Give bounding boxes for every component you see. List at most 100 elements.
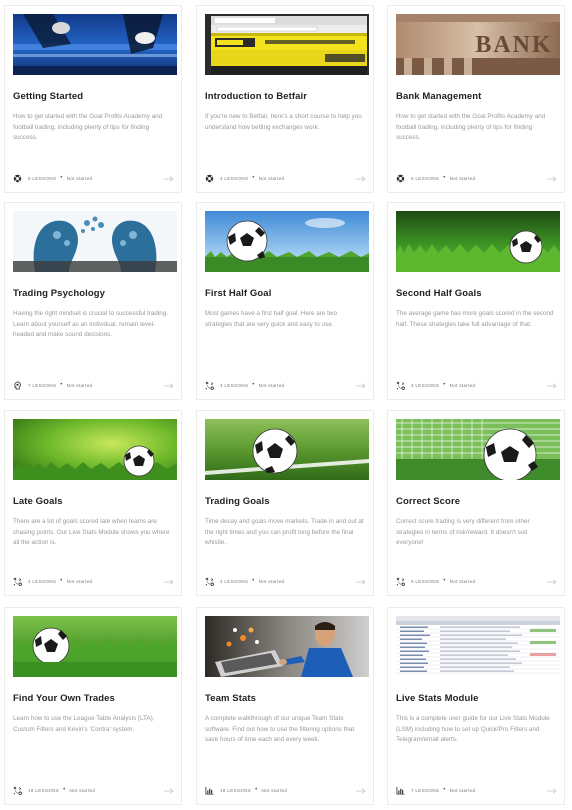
course-card[interactable]: Trading Psychology Having the right mind… — [4, 202, 182, 400]
course-card[interactable]: Introduction to Betfair If you're new to… — [196, 5, 374, 193]
course-description: How to get started with the Goal Profits… — [396, 113, 546, 142]
course-meta: 7 LESSONS • Not started — [396, 785, 475, 795]
course-thumbnail[interactable] — [13, 211, 177, 272]
course-description: There are a lot of goals scored late whe… — [13, 518, 170, 547]
course-card[interactable]: Team Stats A complete walkthrough of our… — [196, 607, 374, 805]
soccer-ball-icon — [205, 174, 214, 183]
course-meta: 4 LESSONS • Not started — [13, 576, 92, 586]
lesson-count: 7 LESSONS — [411, 787, 440, 793]
tactics-icon — [396, 381, 405, 390]
course-title[interactable]: Live Stats Module — [396, 693, 560, 704]
course-title[interactable]: Find Your Own Trades — [13, 693, 177, 704]
lesson-count: 18 LESSONS — [220, 787, 252, 793]
course-title[interactable]: Team Stats — [205, 693, 369, 704]
arrow-right-icon[interactable] — [356, 176, 366, 182]
arrow-right-icon[interactable] — [164, 579, 174, 585]
course-title[interactable]: Getting Started — [13, 91, 177, 102]
course-description: Correct score trading is very different … — [396, 518, 530, 547]
course-meta: 16 LESSONS • Not started — [13, 785, 95, 795]
course-card[interactable]: Correct Score Correct score trading is v… — [387, 410, 565, 596]
course-meta: 4 LESSONS • Not started — [205, 173, 284, 183]
course-title[interactable]: First Half Goal — [205, 288, 369, 299]
course-title[interactable]: Correct Score — [396, 496, 560, 507]
course-title[interactable]: Second Half Goals — [396, 288, 560, 299]
course-description: Most games have a first half goal. Here … — [205, 310, 337, 328]
arrow-right-icon[interactable] — [356, 788, 366, 794]
course-title[interactable]: Trading Goals — [205, 496, 369, 507]
course-meta: 5 LESSONS • Not started — [396, 576, 475, 586]
status-text: Not started — [449, 175, 476, 181]
status-text: Not started — [258, 578, 285, 584]
bar-chart-icon — [396, 786, 405, 795]
arrow-right-icon[interactable] — [164, 383, 174, 389]
lesson-count: 16 LESSONS — [28, 787, 60, 793]
status-text: Not started — [449, 382, 476, 388]
course-description: A complete walkthrough of our unique Tea… — [205, 715, 355, 744]
arrow-right-icon[interactable] — [547, 176, 557, 182]
course-meta: 4 LESSONS • Not started — [205, 380, 284, 390]
arrow-right-icon[interactable] — [164, 176, 174, 182]
soccer-ball-icon — [396, 174, 405, 183]
status-text: Not started — [261, 787, 288, 793]
course-card[interactable]: Trading Goals Time decay and goals move … — [196, 410, 374, 596]
lesson-count: 5 LESSONS — [411, 175, 440, 181]
lesson-count: 4 LESSONS — [28, 578, 57, 584]
status-text: Not started — [258, 175, 285, 181]
course-thumbnail[interactable] — [205, 419, 369, 480]
course-thumbnail[interactable] — [205, 616, 369, 677]
course-meta: 7 LESSONS • Not started — [13, 380, 92, 390]
status-text: Not started — [66, 578, 93, 584]
lesson-count: 4 LESSONS — [220, 578, 249, 584]
arrow-right-icon[interactable] — [547, 788, 557, 794]
course-thumbnail[interactable] — [205, 211, 369, 272]
arrow-right-icon[interactable] — [547, 383, 557, 389]
arrow-right-icon[interactable] — [547, 579, 557, 585]
tactics-icon — [13, 577, 22, 586]
course-card[interactable]: Getting Started How to get started with … — [4, 5, 182, 193]
course-description: Having the right mindset is crucial to s… — [13, 310, 169, 339]
lesson-count: 6 LESSONS — [28, 175, 57, 181]
course-thumbnail[interactable] — [13, 419, 177, 480]
course-thumbnail[interactable] — [396, 419, 560, 480]
head-lightbulb-icon — [13, 380, 22, 390]
course-title[interactable]: Trading Psychology — [13, 288, 177, 299]
course-thumbnail[interactable] — [205, 14, 369, 75]
course-meta: 4 LESSONS • Not started — [396, 380, 475, 390]
course-title[interactable]: Late Goals — [13, 496, 177, 507]
tactics-icon — [205, 577, 214, 586]
soccer-ball-icon — [13, 174, 22, 183]
course-card[interactable]: Late Goals There are a lot of goals scor… — [4, 410, 182, 596]
course-card[interactable]: Live Stats Module This is a complete use… — [387, 607, 565, 805]
lesson-count: 5 LESSONS — [411, 578, 440, 584]
course-description: Time decay and goals move markets. Trade… — [205, 518, 364, 547]
course-card[interactable]: First Half Goal Most games have a first … — [196, 202, 374, 400]
course-meta: 4 LESSONS • Not started — [205, 576, 284, 586]
course-description: Learn how to use the League Table Analys… — [13, 715, 155, 733]
arrow-right-icon[interactable] — [164, 788, 174, 794]
course-description: This is a complete user guide for our Li… — [396, 715, 550, 744]
bar-chart-icon — [205, 786, 214, 795]
course-meta: 5 LESSONS • Not started — [396, 173, 475, 183]
course-card[interactable]: Second Half Goals The average game has m… — [387, 202, 565, 400]
tactics-icon — [13, 786, 22, 795]
bank-sign-text: BANK — [475, 32, 552, 58]
course-meta: 18 LESSONS • Not started — [205, 785, 287, 795]
course-card[interactable]: BANK Bank Management How to get started … — [387, 5, 565, 193]
arrow-right-icon[interactable] — [356, 383, 366, 389]
lesson-count: 7 LESSONS — [28, 382, 57, 388]
course-meta: 6 LESSONS • Not started — [13, 173, 92, 183]
status-text: Not started — [449, 578, 476, 584]
status-text: Not started — [449, 787, 476, 793]
course-thumbnail[interactable] — [396, 211, 560, 272]
course-thumbnail[interactable] — [13, 14, 177, 75]
status-text: Not started — [69, 787, 96, 793]
course-thumbnail[interactable] — [13, 616, 177, 677]
course-title[interactable]: Bank Management — [396, 91, 560, 102]
course-title[interactable]: Introduction to Betfair — [205, 91, 369, 102]
lesson-count: 4 LESSONS — [220, 382, 249, 388]
tactics-icon — [205, 381, 214, 390]
course-card[interactable]: Find Your Own Trades Learn how to use th… — [4, 607, 182, 805]
course-thumbnail[interactable] — [396, 616, 560, 677]
arrow-right-icon[interactable] — [356, 579, 366, 585]
course-thumbnail[interactable]: BANK — [396, 14, 560, 75]
